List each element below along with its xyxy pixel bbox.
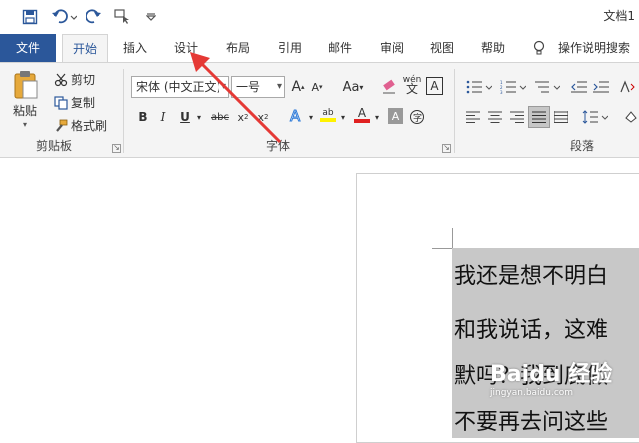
distributed-icon[interactable] [552,107,570,127]
crop-mark [432,248,452,249]
document-text-line[interactable]: 和我说话，这难 [454,312,608,344]
red-arrow-annotation [190,52,282,144]
lightbulb-icon [530,34,548,62]
shading-icon[interactable] [622,107,639,127]
group-separator [123,69,124,153]
watermark-url: jingyan.baidu.com [490,388,574,398]
justify-icon[interactable] [528,106,550,128]
increase-indent-icon[interactable] [592,77,610,97]
grow-font-icon[interactable]: A ▴ [289,77,307,97]
watermark-text: Baidu 经验 [490,362,613,387]
copy-button[interactable]: 复制 [54,94,95,111]
align-left-icon[interactable] [464,107,482,127]
ribbon-tabs: 文件 开始 插入 设计 布局 引用 邮件 审阅 视图 帮助 操作说明搜索 [0,34,639,62]
italic-icon[interactable]: I [154,107,172,127]
tab-mailings[interactable]: 邮件 [320,34,360,62]
font-color-icon[interactable]: A [352,105,372,125]
bullets-icon[interactable] [464,77,494,97]
change-case-icon[interactable]: Aa ▾ [338,77,368,97]
copy-icon [54,95,68,110]
highlight-icon[interactable]: ab [318,105,338,125]
format-painter-button[interactable]: 格式刷 [54,117,107,134]
bold-icon[interactable]: B [134,107,152,127]
brush-icon [56,119,68,132]
paragraph-group-label: 段落 [570,139,595,153]
decrease-indent-icon[interactable] [570,77,588,97]
cut-label: 剪切 [71,73,96,87]
clipboard-group-label: 剪贴板 [36,139,73,153]
group-separator [454,69,455,153]
tab-help[interactable]: 帮助 [473,34,513,62]
paste-button[interactable]: 粘贴 ▾ [10,69,40,129]
chinese-layout-icon[interactable] [618,77,636,97]
chevron-down-icon[interactable]: ▾ [306,107,316,127]
quick-access-toolbar: 文档1 [0,0,639,34]
shrink-font-icon[interactable]: A ▾ [308,77,326,97]
baidu-watermark-logo: Baidu 经验 jingyan.baidu.com [490,356,620,416]
line-spacing-icon[interactable] [580,107,610,127]
chevron-down-icon[interactable]: ▾ [338,107,348,127]
font-launcher-icon[interactable]: ↘ [442,144,451,153]
ribbon-home: 粘贴 ▾ 剪切 复制 格式刷 剪贴板 ↘ 宋体 (中文正文) ▾ 一号 ▾ A ▴… [0,62,639,158]
paste-label: 粘贴 [12,104,37,118]
svg-text:A: A [290,107,301,125]
tab-insert[interactable]: 插入 [115,34,155,62]
paste-dropdown-icon[interactable]: ▾ [23,120,27,129]
clipboard-icon [14,71,38,99]
clear-format-icon[interactable] [380,77,398,97]
align-center-icon[interactable] [486,107,504,127]
svg-text:字: 字 [413,112,422,124]
format-painter-label: 格式刷 [71,119,108,133]
redo-icon[interactable] [84,6,104,28]
crop-mark [452,228,453,248]
chevron-down-icon[interactable]: ▾ [372,107,382,127]
numbering-icon[interactable]: 123 [498,77,528,97]
align-right-icon[interactable] [508,107,526,127]
enclose-characters-icon[interactable]: 字 [408,107,426,127]
customize-qat-icon[interactable] [144,6,158,28]
document-text-line[interactable]: 我还是想不明白 [454,258,608,290]
tab-review[interactable]: 审阅 [372,34,412,62]
phonetic-guide-icon[interactable]: wén 文 [403,75,422,96]
svg-text:3: 3 [500,90,503,94]
save-icon[interactable] [20,6,40,28]
cut-button[interactable]: 剪切 [54,71,95,88]
scissors-icon [54,73,68,86]
multilevel-list-icon[interactable] [532,77,562,97]
character-border-icon[interactable]: A [426,77,443,95]
character-shading-icon[interactable]: A [388,108,403,124]
touch-mode-icon[interactable] [112,6,132,28]
tab-home[interactable]: 开始 [62,34,108,62]
clipboard-launcher-icon[interactable]: ↘ [112,144,121,153]
tab-file[interactable]: 文件 [0,34,56,62]
document-title: 文档1 [603,9,635,23]
tell-me-search[interactable]: 操作说明搜索 [558,34,638,62]
undo-icon[interactable] [50,6,78,28]
copy-label: 复制 [71,96,96,110]
tab-view[interactable]: 视图 [422,34,462,62]
